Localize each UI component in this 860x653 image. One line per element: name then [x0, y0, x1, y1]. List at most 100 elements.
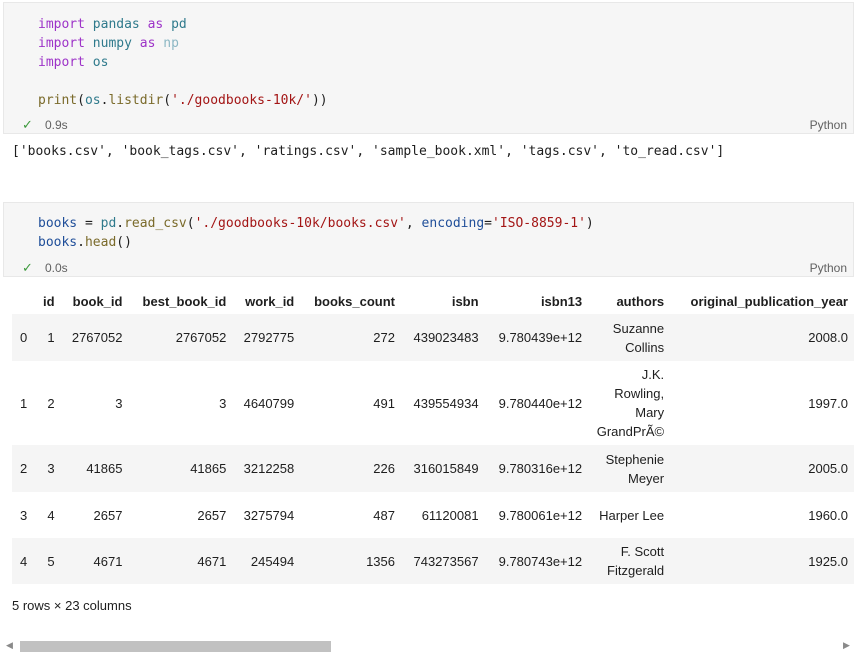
- table-cell: 2767052: [175, 330, 227, 345]
- code-token: )): [311, 93, 328, 108]
- code-token: pandas: [84, 17, 148, 32]
- table-cell: 9.780440e+12: [498, 395, 583, 411]
- language-selector[interactable]: Python: [810, 118, 847, 132]
- dataframe-table: id book_id best_book_id work_id books_count i…: [12, 288, 854, 584]
- code-token: ,: [405, 216, 422, 231]
- table-cell: 61120081: [421, 507, 479, 523]
- code-token: (: [163, 93, 172, 108]
- code-token: pd: [100, 216, 117, 231]
- code-line: import os: [38, 53, 328, 72]
- table-cell: 1925.0: [808, 553, 848, 569]
- code-token: encoding: [421, 216, 485, 231]
- code-token: os: [84, 93, 101, 108]
- code-token: .: [116, 216, 125, 231]
- table-cell: 1: [47, 330, 55, 345]
- code-token: './goodbooks-10k/': [171, 93, 312, 108]
- table-cell: 226: [373, 461, 395, 476]
- column-header: authors: [616, 293, 665, 309]
- scroll-left-arrow-icon[interactable]: ◀: [6, 640, 13, 651]
- table-cell: 439554934: [413, 395, 479, 411]
- table-cell: 41865: [86, 461, 123, 476]
- column-header: work_id: [245, 293, 295, 309]
- code-token: ): [585, 216, 594, 231]
- table-row: 1 2 3 3 4640799 491 439554934 9.780440e+12 J.K. …: [12, 361, 854, 445]
- exec-time: 0.9s: [45, 118, 68, 132]
- code-token: listdir: [108, 93, 164, 108]
- table-cell: 9.780439e+12: [498, 330, 583, 345]
- table-cell: Stephenie Meyer: [605, 451, 665, 486]
- code-token: np: [155, 36, 179, 51]
- table-cell: 743273567: [413, 553, 479, 569]
- code-token: import: [38, 36, 85, 51]
- row-index: 4: [20, 553, 28, 569]
- table-row: 2 3 41865 41865 3212258 226 316015849 9.780316e…: [12, 445, 854, 492]
- code-token: (: [186, 216, 195, 231]
- table-cell: F. Scott Fitzgerald: [607, 544, 665, 578]
- row-index: 1: [20, 395, 28, 411]
- code-token: read_csv: [124, 216, 187, 231]
- cell-2-footer: ✓ 0.0s Python: [18, 260, 847, 276]
- table-header-row: id book_id best_book_id work_id books_count i…: [12, 288, 854, 314]
- code-token: import: [38, 55, 85, 70]
- code-token: books: [38, 235, 78, 250]
- check-icon: ✓: [22, 260, 33, 275]
- table-cell: 2657: [197, 507, 227, 523]
- row-index: 0: [20, 330, 28, 345]
- table-cell: 2657: [93, 507, 123, 523]
- table-cell: 2005.0: [808, 461, 848, 476]
- language-selector[interactable]: Python: [810, 261, 847, 275]
- table-cell: 9.780316e+12: [498, 461, 583, 476]
- table-cell: 245494: [250, 553, 295, 569]
- table-row: 4 5 4671 4671 245494 1356 743273567 9.780743e+1…: [12, 538, 854, 584]
- table-row: 3 4 2657 2657 3275794 487 61120081 9.780061e+12…: [12, 492, 854, 538]
- code-token: as: [147, 17, 164, 32]
- table-cell: 3: [47, 461, 55, 476]
- table-cell: 41865: [190, 461, 227, 476]
- code-line: print(os.listdir('./goodbooks-10k/')): [38, 91, 328, 110]
- table-cell: 2008.0: [808, 330, 848, 345]
- table-cell: 9.780743e+12: [498, 553, 583, 569]
- table-cell: 1356: [366, 553, 395, 569]
- code-editor-2[interactable]: books = pd.read_csv('./goodbooks-10k/boo…: [38, 214, 594, 252]
- code-token: .: [77, 235, 85, 250]
- table-cell: 3: [115, 395, 123, 411]
- table-cell: 5: [47, 553, 55, 569]
- cell-1-footer: ✓ 0.9s Python: [18, 117, 847, 133]
- code-editor-1[interactable]: import pandas as pd import numpy as np imp…: [38, 15, 328, 110]
- table-row: 0 1 2767052 2767052 2792775 272 439023483 9.780…: [12, 314, 854, 361]
- column-header: [12, 288, 35, 314]
- column-header: id: [43, 293, 55, 309]
- table-cell: 3: [219, 395, 227, 411]
- table-cell: 2: [47, 395, 55, 411]
- table-cell: 3212258: [243, 461, 295, 476]
- column-header: isbn: [451, 293, 479, 309]
- table-cell: 4: [47, 507, 55, 523]
- row-index: 2: [20, 461, 28, 476]
- code-token: pd: [163, 17, 187, 32]
- code-token: (: [77, 93, 85, 108]
- table-cell: 491: [373, 395, 395, 411]
- code-token: 'ISO-8859-1': [492, 216, 586, 231]
- code-token: head: [84, 235, 117, 250]
- cell-1-output: ['books.csv', 'book_tags.csv', 'ratings.…: [12, 144, 725, 159]
- row-count-info: 5 rows × 23 columns: [12, 598, 132, 613]
- row-index: 3: [20, 507, 28, 523]
- table-cell: 4640799: [243, 395, 295, 411]
- scroll-right-arrow-icon[interactable]: ▶: [843, 640, 850, 651]
- horizontal-scrollbar-thumb[interactable]: [20, 641, 331, 652]
- table-cell: 2767052: [71, 330, 123, 345]
- table-cell: 4671: [93, 553, 123, 569]
- table-cell: J.K. Rowling, Mary GrandPrÃ©: [596, 367, 665, 439]
- code-token: print: [38, 93, 78, 108]
- code-token: import: [38, 17, 85, 32]
- code-token: as: [139, 36, 156, 51]
- code-token: './goodbooks-10k/books.csv': [194, 216, 406, 231]
- code-cell-2[interactable]: books = pd.read_csv('./goodbooks-10k/boo…: [3, 202, 854, 277]
- table-cell: 316015849: [413, 461, 479, 476]
- code-line: books.head(): [38, 233, 594, 252]
- code-line: import pandas as pd: [38, 15, 328, 34]
- code-cell-1[interactable]: import pandas as pd import numpy as np imp…: [3, 2, 854, 134]
- table-cell: Suzanne Collins: [612, 320, 665, 355]
- column-header: best_book_id: [142, 293, 227, 309]
